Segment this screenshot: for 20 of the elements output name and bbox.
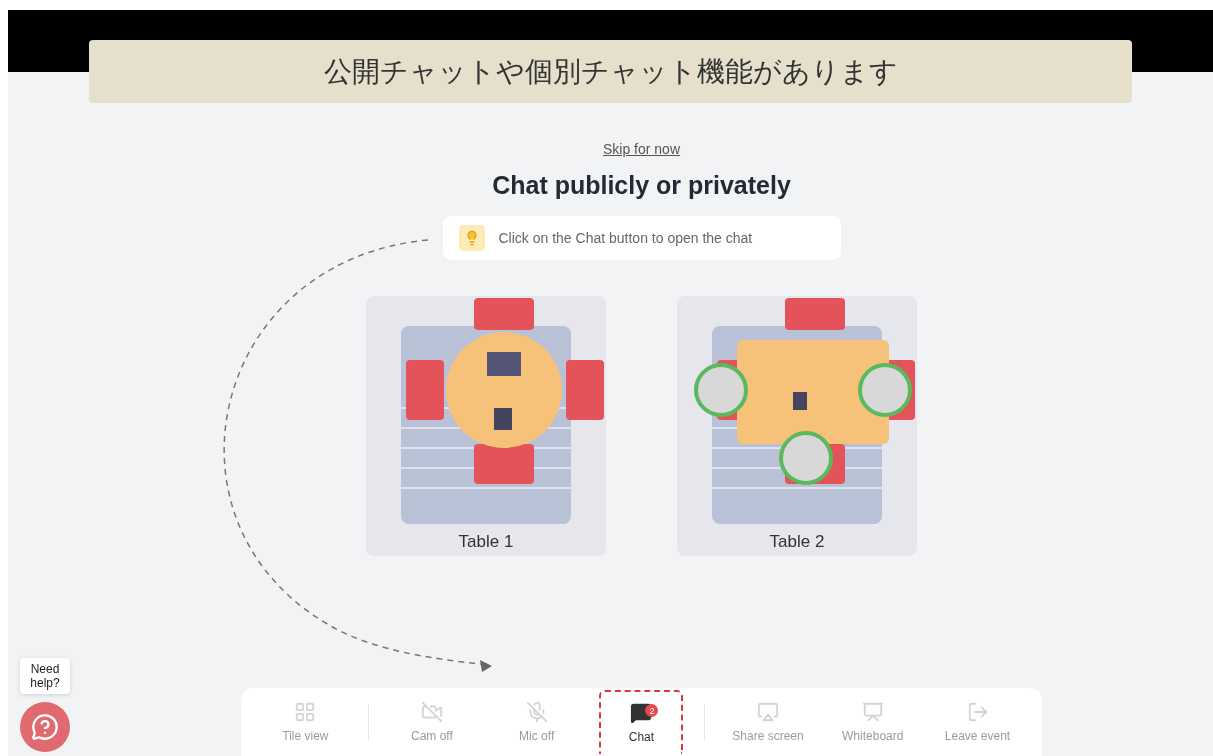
- leave-icon: [966, 701, 989, 723]
- hint-text: Click on the Chat button to open the chat: [498, 230, 753, 246]
- help-button[interactable]: [20, 702, 70, 752]
- table-card[interactable]: Table 2: [677, 296, 917, 556]
- page-title: Chat publicly or privately: [492, 171, 791, 200]
- board-icon: [861, 701, 884, 723]
- share-icon: [756, 701, 779, 723]
- table-label: Table 2: [769, 532, 825, 552]
- table-label: Table 1: [458, 532, 514, 552]
- mic-icon: [525, 701, 548, 723]
- cam-icon: [420, 701, 443, 723]
- lightbulb-icon: [458, 225, 485, 251]
- help-tooltip: Need help?: [20, 658, 70, 694]
- skip-link[interactable]: Skip for now: [602, 141, 680, 157]
- help-icon: [31, 713, 59, 741]
- banner-caption: 公開チャットや個別チャット機能があります: [89, 40, 1132, 103]
- toolbar-button[interactable]: Chat 2: [599, 690, 684, 754]
- chat-icon: [630, 702, 653, 724]
- table-card[interactable]: Table 1: [366, 296, 606, 556]
- grid-icon: [294, 701, 317, 723]
